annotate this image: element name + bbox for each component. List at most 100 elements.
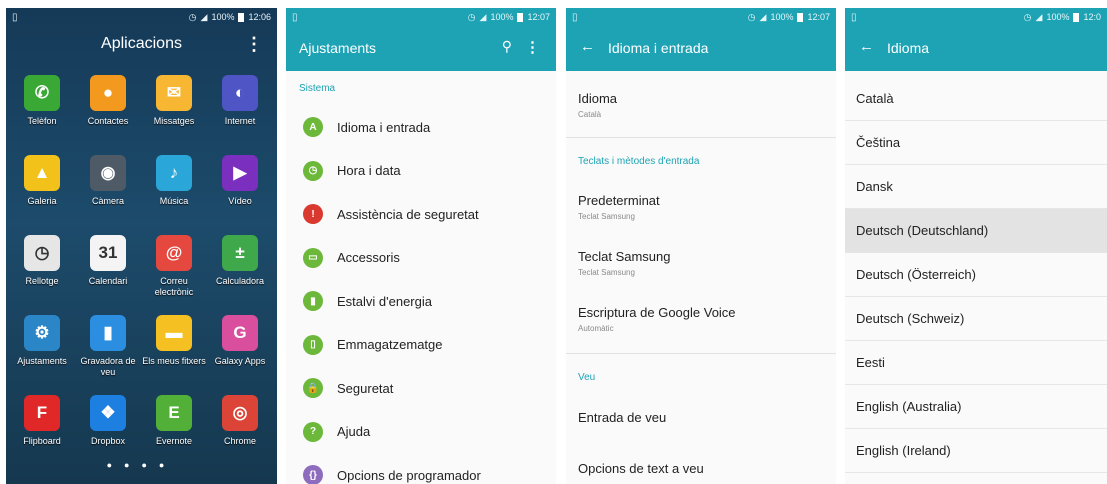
- battery-level: 100%: [490, 12, 514, 22]
- settings-item-icon: ▯: [303, 334, 323, 355]
- language-option[interactable]: Deutsch (Schweiz): [845, 297, 1107, 341]
- signal-icon: ◢: [479, 11, 487, 22]
- app-shortcut[interactable]: ▶ Vídeo: [207, 155, 273, 207]
- signal-icon: ◢: [759, 11, 767, 22]
- app-label: Dropbox: [90, 436, 126, 446]
- phone-icon: ✆: [24, 75, 60, 111]
- settings-item[interactable]: ▮ Estalvi d'energia: [286, 279, 556, 323]
- keyboard-sub: Teclat Samsung: [578, 268, 635, 277]
- keyboard-item[interactable]: Predeterminat Teclat Samsung: [578, 193, 826, 221]
- back-arrow-icon[interactable]: ←: [580, 38, 595, 55]
- app-shortcut[interactable]: G Galaxy Apps: [207, 315, 273, 367]
- language-option[interactable]: Eesti: [845, 341, 1107, 385]
- settings-item[interactable]: {} Opcions de programador: [286, 453, 556, 484]
- notification-icon: ▯: [572, 11, 578, 23]
- app-shortcut[interactable]: ♪ Música: [141, 155, 207, 207]
- chrome-icon: ◎: [222, 395, 258, 431]
- app-shortcut[interactable]: ● Contactes: [75, 75, 141, 127]
- gallery-icon: ▲: [24, 155, 60, 191]
- status-time: 12:07: [527, 12, 550, 22]
- toolbar: ▯ ◷ ◢ 100% 12:07 ← Idioma i entrada: [566, 8, 836, 71]
- language-input-screen: ▯ ◷ ◢ 100% 12:07 ← Idioma i entrada Idio…: [566, 8, 836, 484]
- voice-item[interactable]: Entrada de veu: [578, 410, 826, 425]
- settings-item-label: Ajuda: [337, 424, 371, 439]
- settings-item[interactable]: A Idioma i entrada: [286, 105, 556, 149]
- email-icon: @: [156, 235, 192, 271]
- app-shortcut[interactable]: ◷ Rellotge: [9, 235, 75, 287]
- app-label: Contactes: [87, 116, 129, 126]
- app-label: Càmera: [91, 196, 124, 206]
- settings-item[interactable]: 🔒 Seguretat: [286, 366, 556, 410]
- section-header: Teclats i mètodes d'entrada: [578, 156, 700, 167]
- settings-item[interactable]: ? Ajuda: [286, 410, 556, 454]
- language-option[interactable]: Deutsch (Österreich): [845, 253, 1107, 297]
- settings-item-label: Seguretat: [337, 380, 394, 396]
- back-arrow-icon[interactable]: ←: [859, 38, 874, 55]
- app-shortcut[interactable]: ✉ Missatges: [141, 75, 207, 127]
- app-shortcut[interactable]: ⚙ Ajustaments: [9, 315, 75, 367]
- app-shortcut[interactable]: F Flipboard: [9, 395, 75, 447]
- language-option[interactable]: Català: [845, 77, 1107, 121]
- voice-item[interactable]: Opcions de text a veu: [578, 461, 826, 476]
- status-time: 12:0: [1083, 12, 1101, 22]
- keyboard-item[interactable]: Escriptura de Google Voice Automàtic: [578, 305, 826, 333]
- app-shortcut[interactable]: ◉ Càmera: [75, 155, 141, 207]
- settings-item-icon: 🔒: [303, 378, 323, 398]
- clock-icon: ◷: [24, 235, 60, 271]
- app-shortcut[interactable]: @ Correu electrònic: [141, 235, 207, 298]
- contacts-icon: ●: [90, 75, 126, 111]
- language-option[interactable]: Dansk: [845, 165, 1107, 209]
- battery-icon: [797, 12, 804, 22]
- settings-item-icon: ▭: [303, 247, 323, 268]
- settings-item[interactable]: ▭ Accessoris: [286, 236, 556, 280]
- app-shortcut[interactable]: E Evernote: [141, 395, 207, 447]
- alarm-icon: ◷: [1023, 11, 1032, 22]
- language-option[interactable]: English (Ireland): [845, 429, 1107, 473]
- app-shortcut[interactable]: ◎ Chrome: [207, 395, 273, 447]
- language-setting[interactable]: Idioma Català: [578, 91, 826, 119]
- search-icon[interactable]: ⚲: [502, 38, 512, 55]
- more-options-icon[interactable]: ⋮: [245, 34, 263, 55]
- settings-screen: ▯ ◷ ◢ 100% 12:07 Ajustaments ⚲ ⋮ Sistema…: [286, 8, 556, 484]
- battery-icon: [1073, 12, 1080, 22]
- settings-item-label: Hora i data: [337, 163, 401, 178]
- app-shortcut[interactable]: ▮ Gravadora de veu: [75, 315, 141, 378]
- alarm-icon: ◷: [747, 11, 756, 22]
- section-header: Veu: [578, 372, 596, 383]
- notification-icon: ▯: [851, 11, 857, 23]
- language-option[interactable]: Deutsch (Deutschland): [845, 209, 1107, 253]
- settings-item[interactable]: ! Assistència de seguretat: [286, 192, 556, 236]
- signal-icon: ◢: [200, 11, 208, 22]
- status-bar: ▯ ◷ ◢ 100% 12:07: [286, 8, 556, 26]
- settings-item[interactable]: ▯ Emmagatzematge: [286, 323, 556, 367]
- app-label: Galaxy Apps: [214, 356, 266, 366]
- app-shortcut[interactable]: ✆ Telèfon: [9, 75, 75, 127]
- app-label: Calculadora: [215, 276, 265, 286]
- app-shortcut[interactable]: ± Calculadora: [207, 235, 273, 287]
- status-bar: ▯ ◷ ◢ 100% 12:06: [6, 8, 277, 26]
- app-label: Calendari: [88, 276, 128, 286]
- divider: [566, 353, 836, 354]
- battery-icon: [238, 12, 245, 22]
- setting-label: Idioma: [578, 91, 618, 106]
- language-option[interactable]: Čeština: [845, 121, 1107, 165]
- keyboard-item[interactable]: Teclat Samsung Teclat Samsung: [578, 249, 826, 277]
- app-shortcut[interactable]: ❖ Dropbox: [75, 395, 141, 447]
- status-bar: ▯ ◷ ◢ 100% 12:07: [566, 8, 836, 26]
- app-label: Música: [159, 196, 189, 206]
- battery-level: 100%: [211, 12, 235, 22]
- keyboard-label: Predeterminat: [578, 193, 660, 208]
- music-icon: ♪: [156, 155, 192, 191]
- language-option[interactable]: English (Australia): [845, 385, 1107, 429]
- app-shortcut[interactable]: ▲ Galeria: [9, 155, 75, 207]
- page-indicator[interactable]: ●●●●: [6, 460, 277, 470]
- app-shortcut[interactable]: ▬ Els meus fitxers: [141, 315, 207, 367]
- settings-item-label: Opcions de programador: [337, 467, 481, 483]
- app-label: Chrome: [223, 436, 256, 446]
- settings-item[interactable]: ◷ Hora i data: [286, 149, 556, 193]
- app-shortcut[interactable]: 31 Calendari: [75, 235, 141, 287]
- settings-item-label: Idioma i entrada: [337, 119, 431, 135]
- more-options-icon[interactable]: ⋮: [525, 38, 540, 56]
- video-icon: ▶: [222, 155, 258, 191]
- app-shortcut[interactable]: ◐ Internet: [207, 75, 273, 127]
